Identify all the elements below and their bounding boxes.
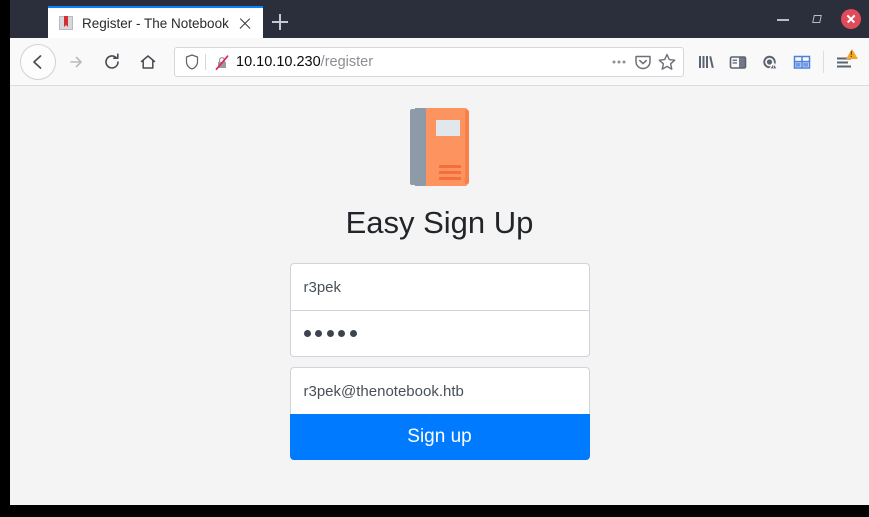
reload-button[interactable] xyxy=(96,46,128,78)
url-path: /register xyxy=(320,53,374,70)
screen-root: Register - The Notebook 10.10.10.230/reg… xyxy=(0,0,869,517)
page-viewport: Easy Sign Up Sign up xyxy=(10,86,869,504)
url-bar-actions xyxy=(607,50,679,74)
signup-container: Easy Sign Up Sign up xyxy=(289,86,590,461)
back-button[interactable] xyxy=(20,43,56,80)
new-tab-button[interactable] xyxy=(263,6,297,38)
url-bar[interactable]: 10.10.10.230/register xyxy=(174,46,684,77)
signup-form: Sign up xyxy=(289,263,590,461)
close-window-icon[interactable] xyxy=(841,9,861,29)
notebook-logo xyxy=(409,108,470,186)
page-actions-ellipsis-icon[interactable] xyxy=(607,50,631,74)
home-button[interactable] xyxy=(132,46,164,78)
url-text: 10.10.10.230/register xyxy=(236,54,607,70)
arrow-right-icon xyxy=(70,56,82,67)
signup-button[interactable]: Sign up xyxy=(289,414,590,461)
arrow-left-icon xyxy=(33,54,42,69)
pocket-icon[interactable] xyxy=(631,50,655,74)
window-controls xyxy=(773,0,861,38)
container-tabs-icon[interactable] xyxy=(787,47,817,77)
form-spacer xyxy=(290,357,590,367)
tab-title: Register - The Notebook xyxy=(82,15,229,31)
page-title: Easy Sign Up xyxy=(345,205,534,240)
menu-warning-badge xyxy=(846,48,858,59)
browser-window: Register - The Notebook 10.10.10.230/reg… xyxy=(10,0,869,505)
url-host: 10.10.10.230 xyxy=(236,53,321,70)
home-icon xyxy=(140,54,156,69)
password-masked-value xyxy=(303,330,357,338)
username-input[interactable] xyxy=(289,263,590,311)
insecure-connection-crossed-lock-icon[interactable] xyxy=(212,53,232,71)
maximize-icon[interactable] xyxy=(807,9,827,29)
minimize-icon[interactable] xyxy=(773,9,793,29)
tracking-protection-shield-icon[interactable] xyxy=(181,52,203,72)
reload-icon xyxy=(105,52,119,69)
toolbar-divider xyxy=(823,50,824,73)
close-icon[interactable] xyxy=(235,13,255,33)
forward-button[interactable] xyxy=(60,46,92,78)
email-input[interactable] xyxy=(289,367,590,415)
navigation-toolbar: 10.10.10.230/register xyxy=(10,38,869,86)
bookmark-star-icon[interactable] xyxy=(655,50,679,74)
library-icon[interactable] xyxy=(691,47,721,77)
toolbar-icon-group xyxy=(690,47,861,77)
app-menu-hamburger-icon[interactable] xyxy=(830,47,860,77)
browser-tab-active[interactable]: Register - The Notebook xyxy=(48,6,263,38)
tab-strip: Register - The Notebook xyxy=(10,0,869,38)
notebook-bookmark-icon xyxy=(58,15,74,31)
password-input[interactable] xyxy=(289,310,590,358)
sidebar-icon[interactable] xyxy=(723,47,753,77)
account-sync-icon[interactable] xyxy=(755,47,785,77)
url-divider xyxy=(205,53,206,70)
